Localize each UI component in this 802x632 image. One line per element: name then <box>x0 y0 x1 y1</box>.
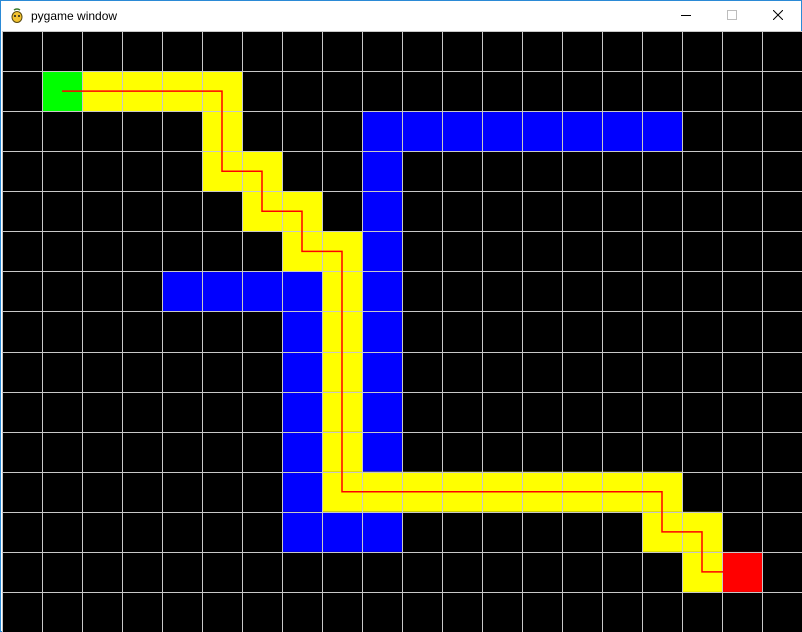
close-icon <box>772 7 784 25</box>
wall-cell[interactable] <box>362 191 402 232</box>
wall-cell[interactable] <box>282 271 322 312</box>
maximize-button[interactable] <box>709 1 755 31</box>
wall-cell[interactable] <box>362 391 402 432</box>
grid-board[interactable] <box>2 31 802 632</box>
wall-cell[interactable] <box>282 471 322 512</box>
wall-cell[interactable] <box>282 431 322 472</box>
wall-cell[interactable] <box>362 431 402 472</box>
wall-cell[interactable] <box>362 351 402 392</box>
wall-cell[interactable] <box>282 351 322 392</box>
close-button[interactable] <box>755 1 801 31</box>
wall-cell[interactable] <box>162 271 202 312</box>
wall-cell[interactable] <box>282 311 322 352</box>
minimize-icon <box>681 7 691 25</box>
wall-cell[interactable] <box>482 111 522 152</box>
wall-cell[interactable] <box>362 271 402 312</box>
wall-cell[interactable] <box>362 111 402 152</box>
minimize-button[interactable] <box>663 1 709 31</box>
wall-cell[interactable] <box>282 511 322 552</box>
wall-cell[interactable] <box>522 111 562 152</box>
maximize-icon <box>727 7 737 25</box>
wall-cell[interactable] <box>362 311 402 352</box>
wall-cell[interactable] <box>402 111 442 152</box>
wall-cell[interactable] <box>602 111 642 152</box>
wall-cell[interactable] <box>202 271 242 312</box>
wall-cell[interactable] <box>362 231 402 272</box>
wall-cell[interactable] <box>362 511 402 552</box>
wall-cell[interactable] <box>642 111 682 152</box>
wall-cell[interactable] <box>442 111 482 152</box>
pygame-snake-icon <box>9 8 25 24</box>
game-canvas[interactable] <box>2 31 802 632</box>
window-title: pygame window <box>31 9 118 23</box>
wall-cell[interactable] <box>282 391 322 432</box>
wall-cell[interactable] <box>322 511 362 552</box>
wall-cell[interactable] <box>362 151 402 192</box>
wall-cell[interactable] <box>242 271 282 312</box>
wall-cell[interactable] <box>562 111 602 152</box>
title-bar[interactable]: pygame window <box>1 1 801 31</box>
pygame-window: pygame window <box>0 0 802 632</box>
